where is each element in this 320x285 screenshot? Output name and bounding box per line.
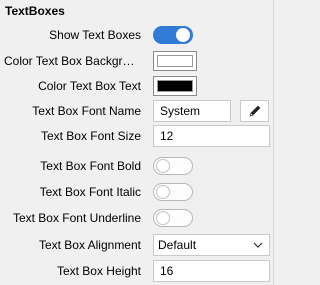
color-background-swatch	[157, 55, 193, 67]
height-label: Text Box Height	[56, 264, 141, 278]
color-background-label: Color Text Box Background	[4, 54, 141, 68]
toggle-knob	[156, 185, 170, 199]
row-font-bold: Text Box Font Bold	[0, 155, 274, 177]
toggle-knob	[176, 28, 190, 42]
font-underline-toggle[interactable]	[153, 209, 193, 227]
font-italic-label: Text Box Font Italic	[39, 185, 141, 199]
toggle-knob	[156, 211, 170, 225]
font-bold-label: Text Box Font Bold	[40, 159, 141, 173]
pen-icon	[249, 105, 261, 117]
row-font-underline: Text Box Font Underline	[0, 207, 274, 229]
chevron-down-icon	[253, 242, 263, 248]
height-field[interactable]: 16	[153, 260, 270, 282]
color-text-swatch	[157, 80, 193, 92]
row-color-background: Color Text Box Background	[0, 50, 274, 72]
row-color-text: Color Text Box Text	[0, 75, 274, 97]
row-font-name: Text Box Font Name System	[0, 100, 274, 122]
section-title: TextBoxes	[5, 4, 65, 18]
row-alignment: Text Box Alignment Default	[0, 234, 274, 256]
font-size-field[interactable]: 12	[153, 125, 270, 147]
color-text-picker[interactable]	[153, 76, 197, 96]
textboxes-panel: TextBoxes Show Text Boxes Color Text Box…	[0, 0, 274, 285]
row-height: Text Box Height 16	[0, 260, 274, 282]
font-picker-button[interactable]	[240, 100, 269, 122]
row-show-text-boxes: Show Text Boxes	[0, 24, 274, 46]
color-text-label: Color Text Box Text	[38, 79, 141, 93]
color-background-picker[interactable]	[153, 51, 197, 71]
alignment-label: Text Box Alignment	[38, 238, 141, 252]
row-font-size: Text Box Font Size 12	[0, 125, 274, 147]
font-name-label: Text Box Font Name	[32, 104, 141, 118]
font-size-label: Text Box Font Size	[40, 129, 141, 143]
alignment-select[interactable]: Default	[153, 234, 270, 256]
font-underline-label: Text Box Font Underline	[12, 211, 141, 225]
show-text-boxes-toggle[interactable]	[153, 26, 193, 44]
row-font-italic: Text Box Font Italic	[0, 181, 274, 203]
font-bold-toggle[interactable]	[153, 157, 193, 175]
toggle-knob	[156, 159, 170, 173]
font-name-field[interactable]: System	[153, 100, 231, 122]
show-text-boxes-label: Show Text Boxes	[49, 28, 141, 42]
font-italic-toggle[interactable]	[153, 183, 193, 201]
alignment-value: Default	[158, 238, 197, 252]
